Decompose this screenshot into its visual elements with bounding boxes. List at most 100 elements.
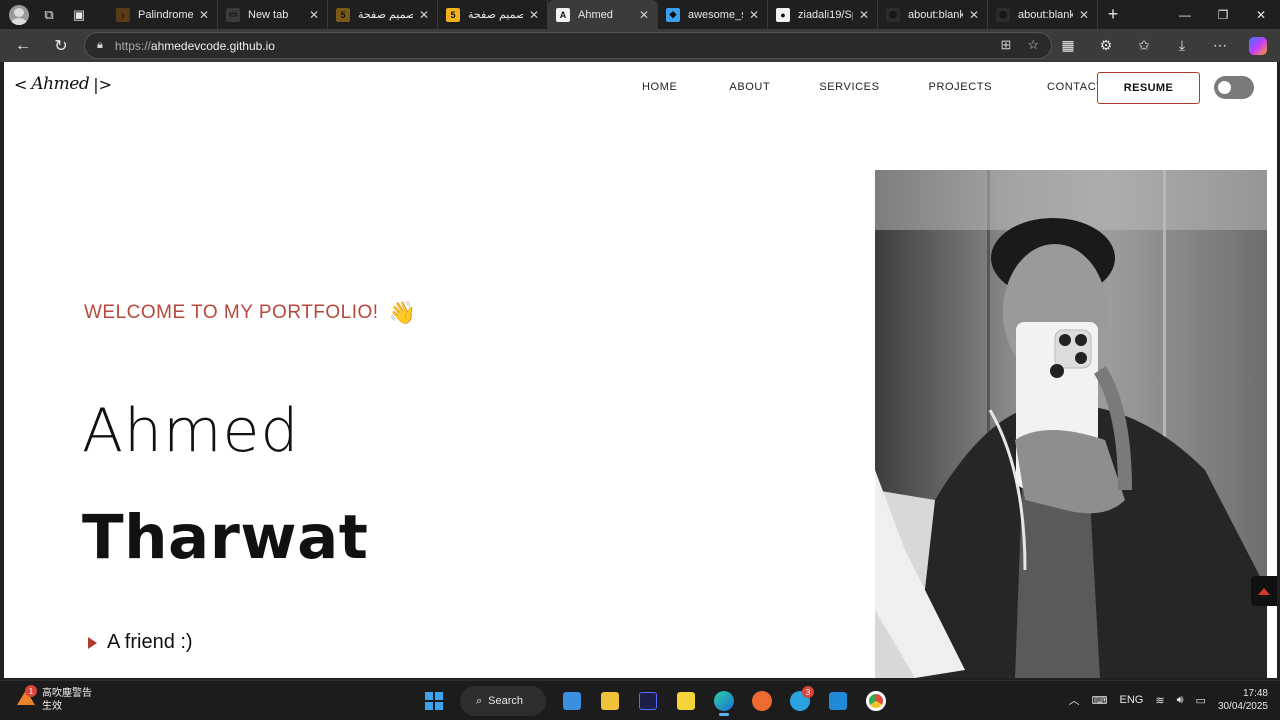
url-scheme: https:// bbox=[114, 38, 151, 53]
favorite-star-icon[interactable]: ☆ bbox=[1027, 37, 1039, 53]
folder-icon bbox=[601, 692, 619, 710]
profile-button[interactable] bbox=[6, 3, 32, 27]
tab-close-icon[interactable]: ✕ bbox=[197, 8, 211, 22]
nav-link-contact[interactable]: CONTACT bbox=[1047, 81, 1104, 93]
tab-actions-icon: ▣ bbox=[72, 6, 86, 22]
main-navigation: HOME ABOUT SERVICES PROJECTS CONTACT bbox=[642, 81, 1104, 93]
tagline-text: A friend :) bbox=[107, 631, 193, 653]
browser-tab[interactable]: A Ahmed ✕ bbox=[548, 0, 658, 29]
browser-tab[interactable]: 5 تصميم صفحة ✕ bbox=[328, 0, 438, 29]
site-logo[interactable]: < Ahmed |> bbox=[14, 74, 112, 94]
first-name: Ahmed bbox=[82, 396, 300, 466]
vscode-icon bbox=[829, 692, 847, 710]
tab-close-icon[interactable]: ✕ bbox=[637, 8, 651, 22]
windows-taskbar: 1 高吹塵警告 生效 ⌕ Search 3 ︿ ⌨ ENG ≋ 🔊︎ ▭ 17:… bbox=[0, 680, 1280, 720]
app-available-icon[interactable]: ⊞ bbox=[1000, 37, 1011, 53]
wifi-icon[interactable]: ≋ bbox=[1155, 694, 1164, 707]
nav-link-about[interactable]: ABOUT bbox=[729, 81, 770, 93]
theme-toggle[interactable] bbox=[1214, 76, 1254, 99]
tab-close-icon[interactable]: ✕ bbox=[1077, 8, 1091, 22]
battery-icon[interactable]: ▭ bbox=[1196, 694, 1206, 707]
warning-icon: 1 bbox=[16, 685, 37, 707]
tab-close-icon[interactable]: ✕ bbox=[747, 8, 761, 22]
scroll-to-top-button[interactable] bbox=[1251, 576, 1277, 606]
start-button[interactable] bbox=[418, 685, 450, 717]
file-explorer-app[interactable] bbox=[594, 685, 626, 717]
tab-title: awesome_sn bbox=[688, 8, 743, 21]
new-tab-button[interactable]: + bbox=[1098, 4, 1128, 25]
alert-badge: 1 bbox=[25, 685, 37, 697]
weather-alert-widget[interactable]: 1 高吹塵警告 生效 bbox=[16, 685, 92, 713]
tab-favicon-icon: ◆ bbox=[666, 7, 680, 22]
tab-close-icon[interactable]: ✕ bbox=[527, 8, 541, 22]
taskbar-apps: ⌕ Search 3 bbox=[418, 685, 892, 717]
browser-tab[interactable]: 5 تصميم صفحة ✕ bbox=[438, 0, 548, 29]
workspaces-button[interactable]: ⧉ bbox=[36, 3, 62, 27]
chevron-up-icon[interactable]: ︿ bbox=[1069, 692, 1080, 708]
ide-app[interactable] bbox=[632, 685, 664, 717]
arrow-up-icon bbox=[1258, 587, 1270, 595]
tab-close-icon[interactable]: ✕ bbox=[857, 8, 871, 22]
screenshot-icon[interactable]: ▦ bbox=[1054, 32, 1082, 59]
sticky-notes-app[interactable] bbox=[670, 685, 702, 717]
workspaces-icon: ⧉ bbox=[44, 6, 54, 22]
nav-link-projects[interactable]: PROJECTS bbox=[929, 81, 992, 93]
minimize-button[interactable]: — bbox=[1166, 0, 1204, 29]
store-app[interactable] bbox=[556, 685, 588, 717]
address-bar-actions: ⊞ ☆ bbox=[1000, 37, 1039, 53]
tab-favicon-icon: ◍ bbox=[996, 7, 1010, 22]
vscode-app[interactable] bbox=[822, 685, 854, 717]
tab-close-icon[interactable]: ✕ bbox=[967, 8, 981, 22]
postman-app[interactable] bbox=[746, 685, 778, 717]
extensions-icon[interactable]: ⚙ bbox=[1092, 32, 1120, 59]
close-window-button[interactable]: ✕ bbox=[1242, 0, 1280, 29]
tab-bar-left-controls: ⧉ ▣ bbox=[0, 3, 108, 27]
profile-photo-illustration bbox=[875, 170, 1267, 678]
telegram-app[interactable]: 3 bbox=[784, 685, 816, 717]
address-toolbar: ← ↻ 🔒︎ https:// ahmedevcode.github.io ⊞ … bbox=[0, 29, 1280, 62]
language-indicator[interactable]: ENG bbox=[1120, 694, 1144, 706]
favorites-icon[interactable]: ✩ bbox=[1130, 32, 1158, 59]
taskbar-search[interactable]: ⌕ Search bbox=[460, 686, 546, 716]
address-bar[interactable]: 🔒︎ https:// ahmedevcode.github.io ⊞ ☆ bbox=[84, 32, 1052, 59]
tab-close-icon[interactable]: ✕ bbox=[307, 8, 321, 22]
back-button[interactable]: ← bbox=[8, 32, 38, 60]
browser-tab[interactable]: ◍ about:blank ✕ bbox=[988, 0, 1098, 29]
browser-toolbar-right: ▦ ⚙ ✩ ⤓ ⋯ bbox=[1054, 32, 1272, 59]
edge-app[interactable] bbox=[708, 685, 740, 717]
welcome-text: WELCOME TO MY PORTFOLIO! bbox=[84, 302, 379, 323]
browser-tab[interactable]: ▭ New tab ✕ bbox=[218, 0, 328, 29]
tab-favicon-icon: ◍ bbox=[886, 7, 900, 22]
nav-link-home[interactable]: HOME bbox=[642, 81, 677, 93]
tab-favicon-icon: › bbox=[116, 7, 130, 22]
url-host: ahmedevcode.github.io bbox=[150, 38, 275, 53]
lock-icon: 🔒︎ bbox=[97, 39, 103, 51]
tab-close-icon[interactable]: ✕ bbox=[417, 8, 431, 22]
tab-favicon-icon: A bbox=[556, 7, 570, 22]
browser-tab[interactable]: ◍ about:blank ✕ bbox=[878, 0, 988, 29]
keyboard-icon[interactable]: ⌨ bbox=[1092, 694, 1108, 707]
search-label: Search bbox=[488, 695, 524, 707]
logo-signature: Ahmed bbox=[31, 74, 90, 94]
copilot-button[interactable] bbox=[1244, 32, 1272, 59]
tab-title: Ahmed bbox=[578, 8, 613, 21]
tab-favicon-icon: 5 bbox=[446, 7, 460, 22]
browser-tab[interactable]: ◆ awesome_sn ✕ bbox=[658, 0, 768, 29]
clock[interactable]: 17:48 30/04/2025 bbox=[1218, 687, 1268, 713]
chrome-icon bbox=[866, 691, 886, 711]
nav-link-services[interactable]: SERVICES bbox=[819, 81, 879, 93]
refresh-button[interactable]: ↻ bbox=[46, 32, 76, 60]
maximize-button[interactable]: ❐ bbox=[1204, 0, 1242, 29]
downloads-icon[interactable]: ⤓ bbox=[1168, 32, 1196, 59]
tab-actions-button[interactable]: ▣ bbox=[66, 3, 92, 27]
waving-hand-icon: 👋 bbox=[388, 300, 417, 325]
chrome-app[interactable] bbox=[860, 685, 892, 717]
browser-tab[interactable]: ● ziadali19/Spa ✕ bbox=[768, 0, 878, 29]
alert-line-1: 高吹塵警告 bbox=[42, 688, 92, 699]
postman-icon bbox=[752, 691, 772, 711]
page-viewport: < Ahmed |> HOME ABOUT SERVICES PROJECTS CONT… bbox=[4, 62, 1277, 678]
resume-button[interactable]: RESUME bbox=[1097, 72, 1200, 104]
browser-tab[interactable]: › Palindrome N ✕ bbox=[108, 0, 218, 29]
more-menu-icon[interactable]: ⋯ bbox=[1206, 32, 1234, 59]
volume-icon[interactable]: 🔊︎ bbox=[1177, 694, 1184, 707]
